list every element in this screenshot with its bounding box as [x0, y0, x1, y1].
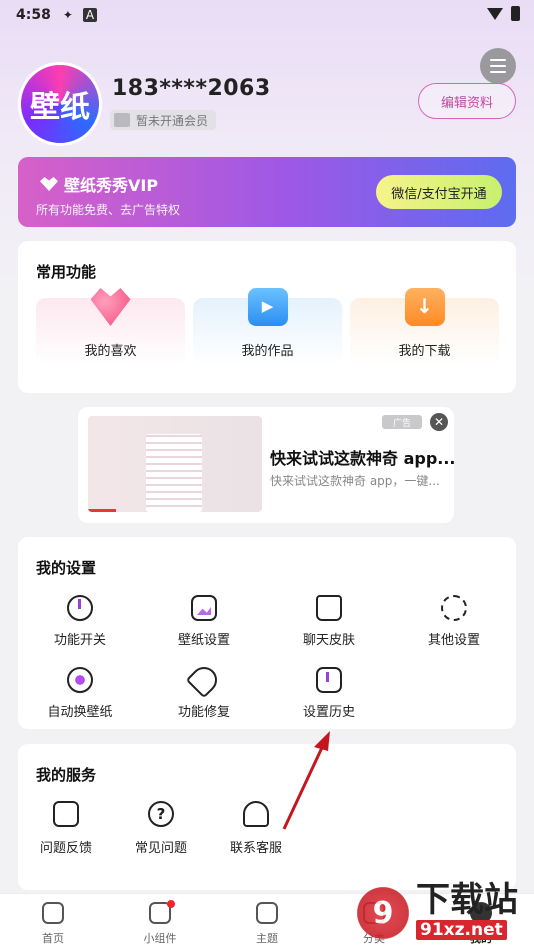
my-settings-title: 我的设置 — [36, 559, 97, 577]
site-watermark: 9 下载站 91xz.net — [352, 882, 528, 944]
menu-button[interactable] — [480, 48, 516, 84]
settings-history-button[interactable]: 设置历史 — [267, 667, 391, 720]
my-services-title: 我的服务 — [36, 766, 97, 784]
my-downloads-label: 我的下载 — [398, 344, 451, 359]
home-icon — [42, 902, 64, 924]
user-phone: 183****2063 — [112, 76, 271, 101]
feedback-button[interactable]: 问题反馈 — [21, 801, 111, 856]
tab-theme[interactable]: 主题 — [227, 902, 307, 946]
other-settings-label: 其他设置 — [427, 633, 480, 648]
vip-open-button[interactable]: 微信/支付宝开通 — [376, 175, 502, 209]
ad-title: 快来试试这款神奇 app... — [270, 449, 456, 468]
my-likes-button[interactable]: 我的喜欢 — [36, 288, 185, 366]
wallpaper-settings-label: 壁纸设置 — [177, 633, 230, 648]
a-status-icon: A — [82, 8, 98, 22]
video-icon — [247, 288, 288, 326]
edit-profile-button[interactable]: 编辑资料 — [418, 83, 516, 119]
menu-line-icon — [490, 65, 506, 67]
shirt-icon — [316, 595, 342, 621]
menu-line-icon — [490, 59, 506, 61]
tab-theme-label: 主题 — [256, 932, 278, 945]
vip-banner[interactable]: 壁纸秀秀VIP 所有功能免费、去广告特权 微信/支付宝开通 — [18, 157, 516, 227]
ad-description: 快来试试这款神奇 app，一键... — [270, 474, 440, 488]
arrow-head — [314, 731, 330, 751]
battery-icon — [511, 6, 520, 21]
customer-service-label: 联系客服 — [229, 841, 282, 856]
feedback-icon — [53, 801, 79, 827]
ad-image — [88, 416, 262, 512]
wrench-icon — [185, 661, 223, 699]
app-status-icon: ✦ — [62, 8, 73, 22]
status-bar: 4:58 ✦ A — [0, 0, 534, 30]
chat-skin-button[interactable]: 聊天皮肤 — [267, 595, 391, 648]
status-time: 4:58 — [16, 7, 51, 23]
other-settings-button[interactable]: 其他设置 — [392, 595, 516, 648]
my-works-label: 我的作品 — [241, 344, 294, 359]
ad-phone-preview — [146, 434, 202, 512]
diamond-heart-icon — [40, 177, 58, 191]
wifi-icon — [487, 7, 503, 20]
feature-switch-button[interactable]: 功能开关 — [18, 595, 142, 648]
vip-banner-subtitle: 所有功能免费、去广告特权 — [36, 203, 181, 217]
tab-home[interactable]: 首页 — [13, 902, 93, 946]
wallpaper-settings-button[interactable]: 壁纸设置 — [142, 595, 266, 648]
watermark-text: 下载站 — [416, 880, 518, 920]
power-icon — [67, 595, 93, 621]
my-settings-card: 我的设置 功能开关 壁纸设置 聊天皮肤 其他设置 自动换壁纸 功能修复 设置历史 — [18, 537, 516, 729]
notification-dot — [167, 900, 175, 908]
function-repair-label: 功能修复 — [177, 705, 230, 720]
my-likes-label: 我的喜欢 — [84, 344, 137, 359]
watermark-logo: 9 — [352, 884, 414, 942]
vip-title-text: 壁纸秀秀VIP — [64, 176, 159, 195]
arrow-shaft — [282, 738, 328, 830]
my-services-card: 我的服务 问题反馈 ? 常见问题 联系客服 — [18, 744, 516, 890]
auto-wallpaper-button[interactable]: 自动换壁纸 — [18, 667, 142, 720]
feedback-label: 问题反馈 — [39, 841, 92, 856]
ad-card[interactable]: 广告 ✕ 快来试试这款神奇 app... 快来试试这款神奇 app，一键... — [78, 407, 456, 523]
avatar-logo-text: 壁纸 — [30, 90, 90, 125]
widget-icon — [149, 900, 175, 924]
ad-tag: 广告 — [382, 415, 422, 429]
my-works-button[interactable]: 我的作品 — [193, 288, 342, 366]
watermark-url: 91xz.net — [416, 920, 507, 940]
avatar[interactable]: 壁纸 — [18, 62, 102, 146]
headset-icon — [243, 801, 269, 827]
crown-icon — [114, 113, 130, 127]
my-downloads-button[interactable]: 我的下载 — [350, 288, 499, 366]
common-functions-card: 常用功能 我的喜欢 我的作品 我的下载 — [18, 241, 516, 393]
image-icon — [191, 595, 217, 621]
vip-banner-title: 壁纸秀秀VIP — [40, 172, 158, 196]
chat-skin-label: 聊天皮肤 — [302, 633, 355, 648]
auto-wallpaper-label: 自动换壁纸 — [47, 705, 113, 720]
ad-progress-bar — [88, 509, 116, 512]
gear-icon — [441, 595, 467, 621]
download-icon — [404, 288, 445, 326]
tab-widgets-label: 小组件 — [143, 932, 177, 945]
auto-wallpaper-icon — [67, 667, 93, 693]
faq-button[interactable]: ? 常见问题 — [116, 801, 206, 856]
close-icon[interactable]: ✕ — [430, 413, 448, 431]
common-functions-title: 常用功能 — [36, 263, 97, 281]
theme-icon — [256, 902, 278, 924]
feature-switch-label: 功能开关 — [53, 633, 106, 648]
faq-label: 常见问题 — [134, 841, 187, 856]
vip-status-badge: 暂未开通会员 — [110, 110, 217, 130]
heart-icon — [90, 288, 131, 326]
function-repair-button[interactable]: 功能修复 — [142, 661, 266, 720]
annotation-arrow — [282, 731, 330, 830]
history-icon — [316, 667, 342, 693]
vip-status-text: 暂未开通会员 — [136, 113, 209, 128]
settings-history-label: 设置历史 — [302, 705, 355, 720]
question-icon: ? — [148, 801, 174, 827]
menu-line-icon — [490, 71, 506, 73]
tab-home-label: 首页 — [42, 932, 64, 945]
tab-widgets[interactable]: 小组件 — [120, 900, 200, 946]
